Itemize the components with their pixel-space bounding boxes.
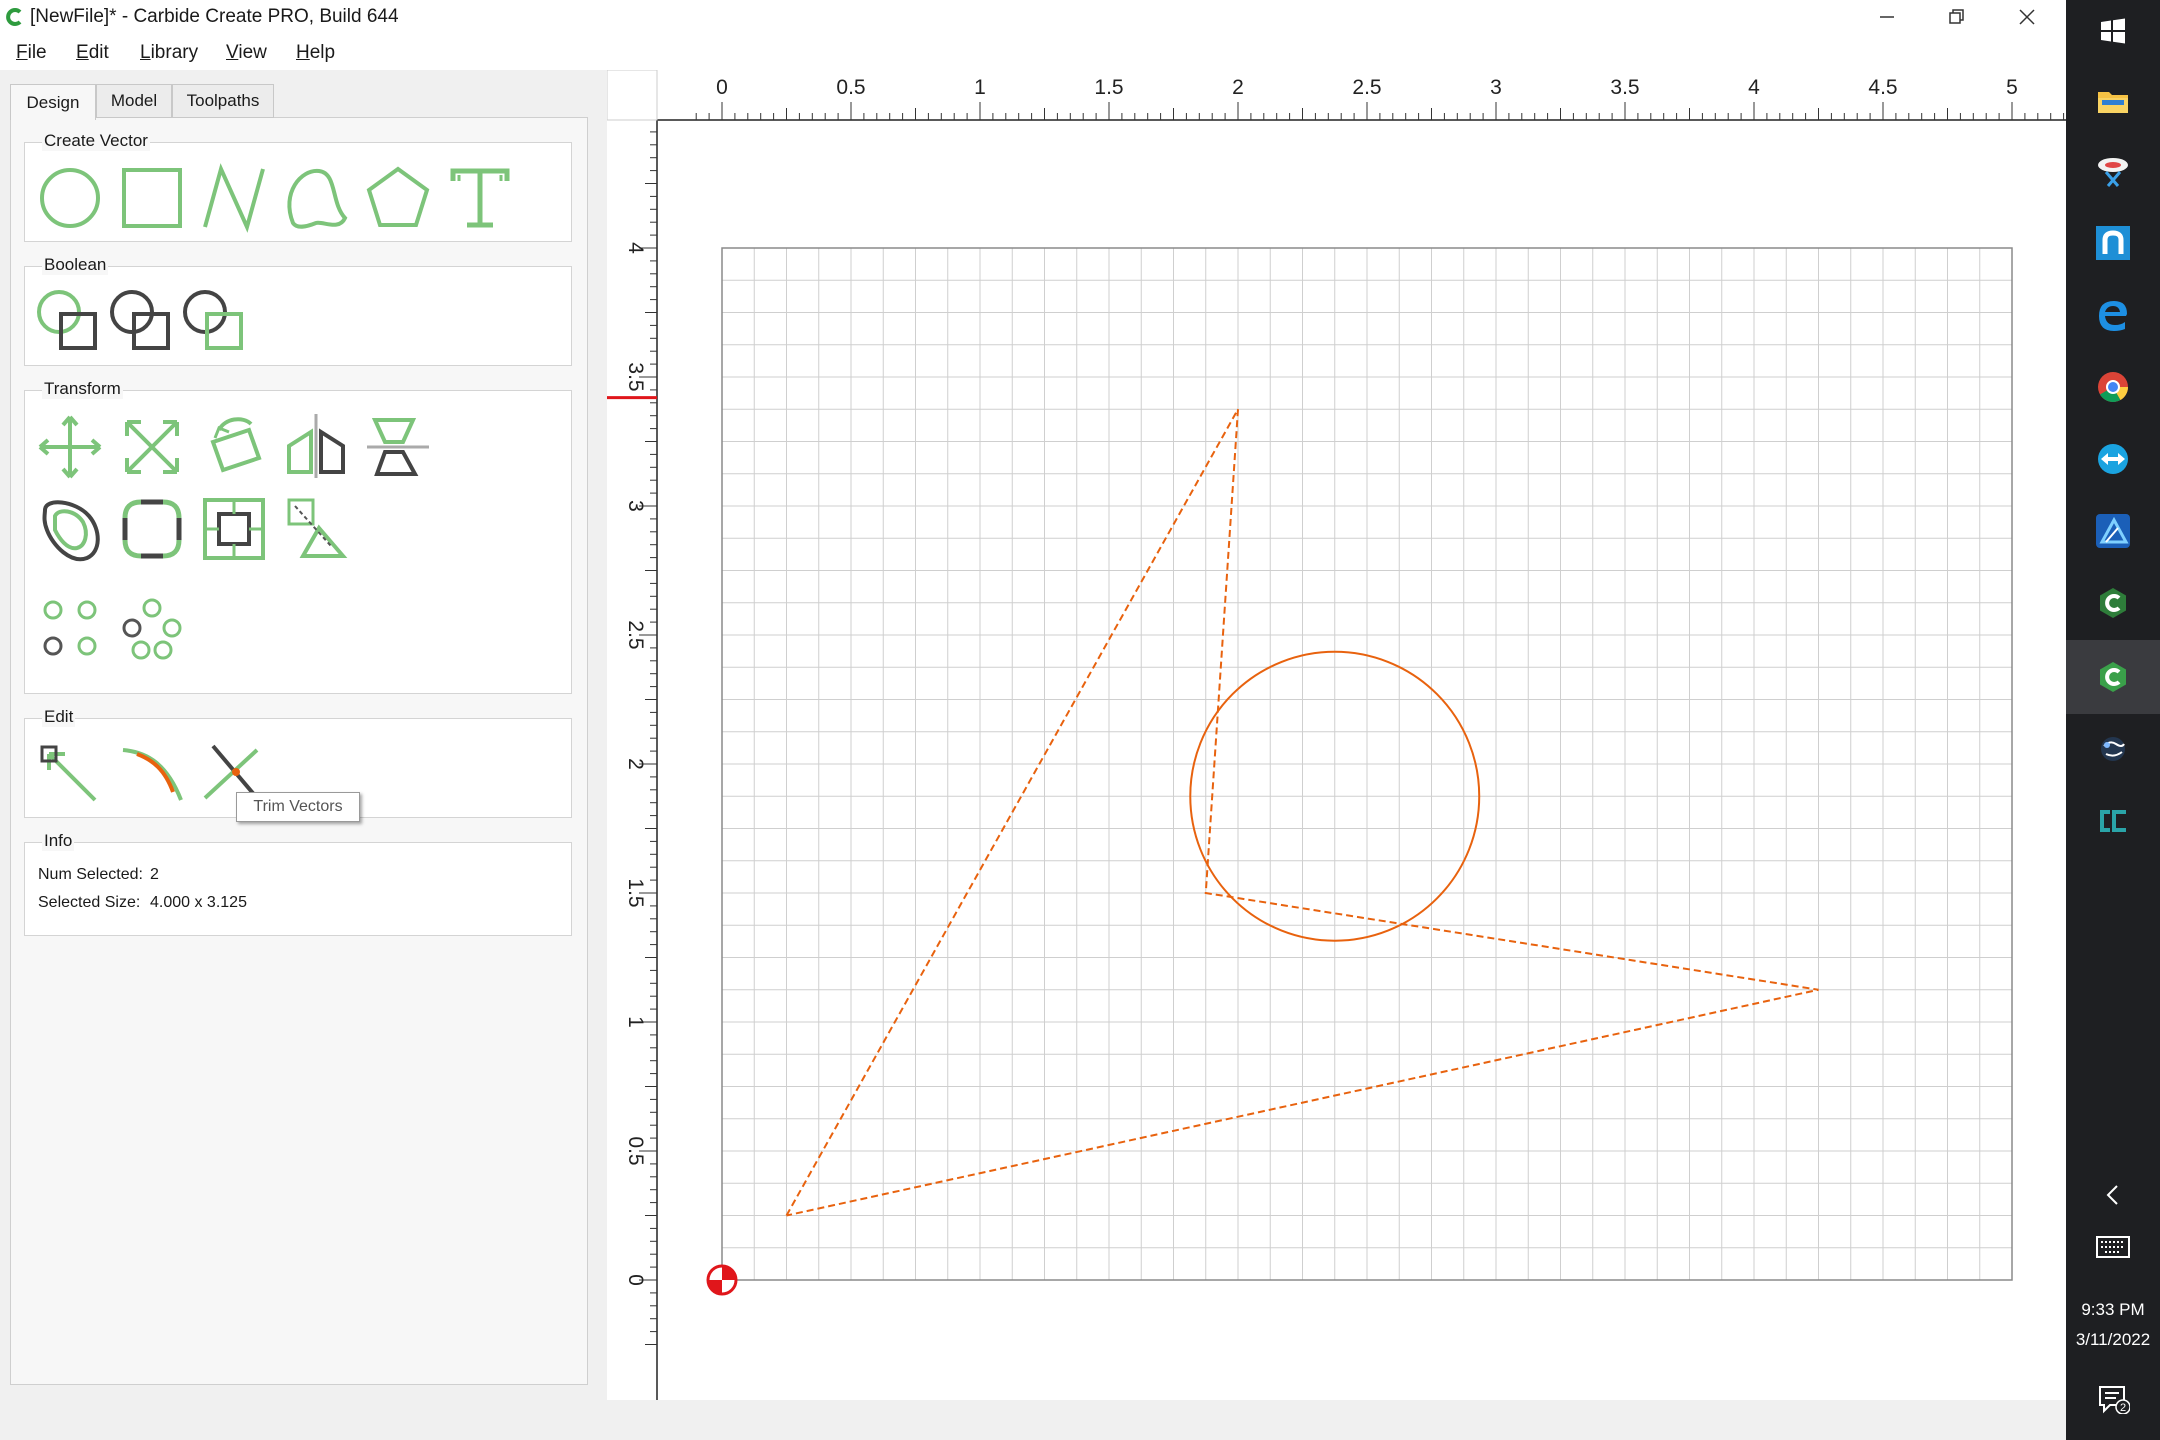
edge-browser-icon[interactable] (2090, 292, 2136, 338)
info-group (24, 842, 572, 936)
keyboard-icon[interactable] (2090, 1224, 2136, 1270)
start-icon[interactable] (2090, 8, 2136, 54)
polygon-tool-icon[interactable] (363, 163, 433, 233)
boolean-intersect-icon[interactable] (181, 288, 251, 358)
num-selected-label: Num Selected: (38, 866, 143, 883)
carbide-motion-icon[interactable] (2090, 798, 2136, 844)
chevron-left-icon[interactable] (2090, 1172, 2136, 1218)
top-ruler (607, 70, 2066, 120)
top-ruler-label: 0.5 (836, 76, 865, 99)
center-align-icon[interactable] (199, 494, 269, 564)
canvas-drawing[interactable]: 0 0.5 1 1.5 2 2.5 3 3.5 4 4.5 5 0 0.5 1 1.5 2 2.5 3 3.5 4 (607, 70, 2066, 1400)
left-ruler-label: 4 (624, 242, 647, 254)
carbide-create-icon[interactable] (2090, 580, 2136, 626)
top-ruler-label: 1 (974, 76, 986, 99)
join-vectors-icon[interactable] (117, 740, 187, 810)
top-ruler-label: 0 (716, 76, 728, 99)
left-ruler-label: 2 (624, 758, 647, 770)
fillet-tool-icon[interactable] (117, 494, 187, 564)
text-tool-icon[interactable] (445, 163, 515, 233)
mirror-tool-icon[interactable] (281, 412, 351, 482)
top-ruler-label: 1.5 (1094, 76, 1123, 99)
top-ruler-label: 2.5 (1352, 76, 1381, 99)
top-ruler-label: 3.5 (1610, 76, 1639, 99)
circular-array-icon[interactable] (117, 596, 187, 666)
circle-tool-icon[interactable] (35, 163, 105, 233)
left-ruler-label: 0 (624, 1274, 647, 1286)
file-explorer-icon[interactable] (2090, 78, 2136, 124)
boolean-label: Boolean (42, 255, 109, 275)
edit-label: Edit (42, 707, 76, 727)
menu-file[interactable]: File (16, 42, 47, 64)
move-tool-icon[interactable] (35, 412, 105, 482)
transform-label: Transform (42, 379, 123, 399)
snipping-tool-icon[interactable] (2090, 148, 2136, 194)
clock-date[interactable]: 3/11/2022 (2066, 1330, 2160, 1350)
restore-icon (1949, 9, 1964, 24)
left-ruler-label: 3.5 (624, 362, 647, 391)
polyline-tool-icon[interactable] (199, 163, 269, 233)
selected-size-label: Selected Size: (38, 894, 141, 911)
minimize-button[interactable] (1852, 0, 1922, 34)
close-button[interactable] (1992, 0, 2062, 34)
grid-array-icon[interactable] (35, 596, 105, 666)
top-ruler-label: 3 (1490, 76, 1502, 99)
scale-tool-icon[interactable] (117, 412, 187, 482)
left-ruler (607, 70, 657, 1400)
carbide-create-pro-icon[interactable] (2090, 654, 2136, 700)
curve-tool-icon[interactable] (281, 163, 351, 233)
top-ruler-label: 4.5 (1868, 76, 1897, 99)
notification-center-icon[interactable]: 2 (2090, 1376, 2136, 1422)
left-ruler-label: 1 (624, 1016, 647, 1028)
top-ruler-label: 5 (2006, 76, 2018, 99)
rotate-tool-icon[interactable] (199, 412, 269, 482)
menu-view[interactable]: View (226, 42, 267, 64)
boolean-subtract-icon[interactable] (108, 288, 178, 358)
ruler-corner (607, 70, 658, 121)
clock-time[interactable]: 9:33 PM (2066, 1300, 2160, 1320)
left-ruler-label: 3 (624, 500, 647, 512)
minimize-icon (1880, 16, 1894, 18)
selected-size-value: 4.000 x 3.125 (150, 894, 247, 911)
carbide-logo-icon (6, 8, 22, 26)
tab-design[interactable]: Design (10, 84, 96, 120)
menu-library[interactable]: Library (140, 42, 198, 64)
boolean-group (24, 266, 572, 366)
top-ruler-label: 2 (1232, 76, 1244, 99)
globe-app-icon[interactable] (2090, 726, 2136, 772)
info-label: Info (42, 831, 75, 851)
tab-model[interactable]: Model (96, 84, 172, 118)
trim-vectors-tooltip: Trim Vectors (236, 792, 360, 822)
teamviewer-icon[interactable] (2090, 436, 2136, 482)
menu-help[interactable]: Help (296, 42, 335, 64)
left-ruler-label: 1.5 (624, 878, 647, 907)
affinity-designer-icon[interactable] (2090, 508, 2136, 554)
rectangle-tool-icon[interactable] (117, 163, 187, 233)
align-tool-icon[interactable] (363, 412, 433, 482)
boolean-union-icon[interactable] (35, 288, 105, 358)
distribute-tool-icon[interactable] (281, 494, 351, 564)
tab-toolpaths[interactable]: Toolpaths (172, 84, 274, 118)
create-vector-label: Create Vector (42, 131, 150, 151)
offset-tool-icon[interactable] (35, 494, 105, 564)
notification-count: 2 (2120, 1402, 2126, 1414)
num-selected-value: 2 (150, 866, 159, 883)
nimbus-app-icon[interactable] (2090, 220, 2136, 266)
top-ruler-label: 4 (1748, 76, 1760, 99)
left-ruler-label: 2.5 (624, 620, 647, 649)
left-ruler-label: 0.5 (624, 1136, 647, 1165)
node-edit-icon[interactable] (35, 740, 105, 810)
chrome-browser-icon[interactable] (2090, 364, 2136, 410)
close-icon (2019, 9, 2035, 25)
window-title: [NewFile]* - Carbide Create PRO, Build 6… (30, 6, 399, 27)
restore-button[interactable] (1922, 0, 1992, 34)
menu-edit[interactable]: Edit (76, 42, 109, 64)
